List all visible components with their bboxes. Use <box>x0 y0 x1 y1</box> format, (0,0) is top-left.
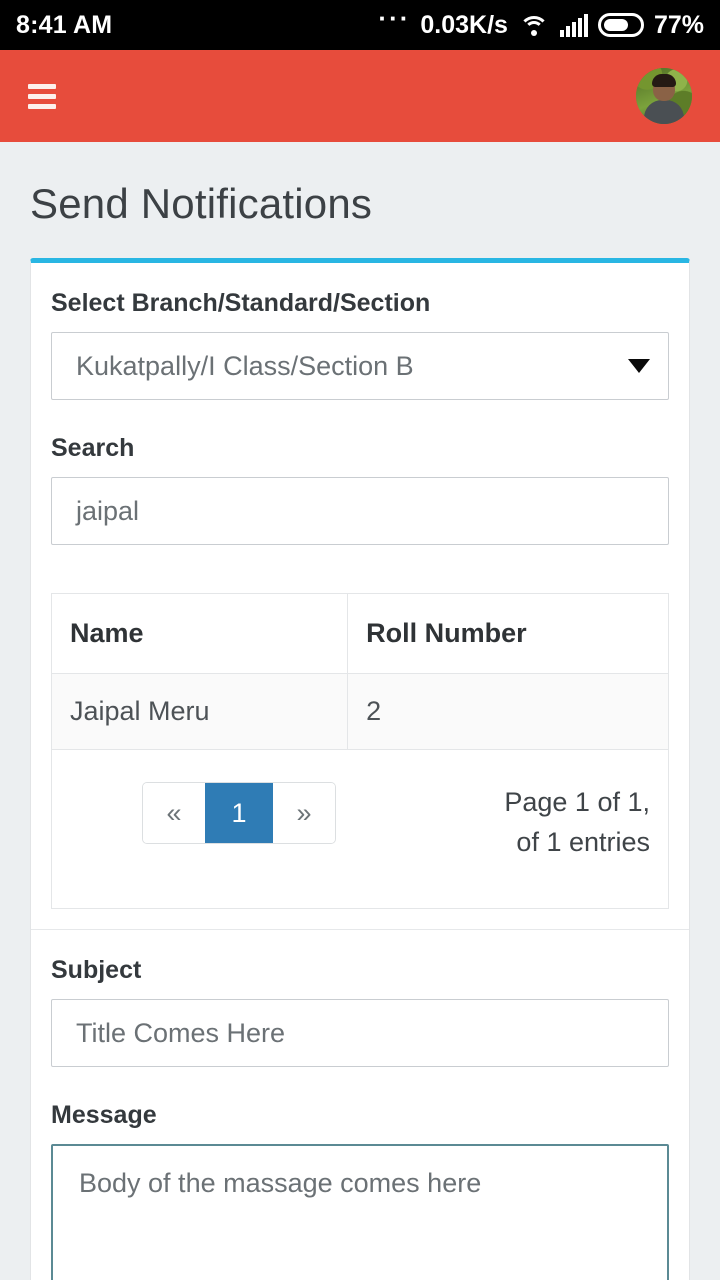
message-label: Message <box>51 1101 157 1129</box>
notification-form-card: Select Branch/Standard/Section Kukatpall… <box>30 258 690 1280</box>
wifi-icon <box>518 12 550 38</box>
table-header-row: Name Roll Number <box>52 594 668 674</box>
page-title: Send Notifications <box>30 180 373 227</box>
students-table-element: Name Roll Number Jaipal Meru 2 <box>52 594 668 750</box>
subject-field-group: Subject Title Comes Here <box>31 930 689 1075</box>
branch-select-value: Kukatpally/I Class/Section B <box>76 350 414 381</box>
status-time: 8:41 AM <box>16 10 113 39</box>
search-input[interactable]: jaipal <box>51 477 669 545</box>
pagination-info: Page 1 of 1, of 1 entries <box>504 787 650 857</box>
pagination-row: « 1 » Page 1 of 1, of 1 entries <box>52 750 668 908</box>
message-field-group: Message Body of the massage comes here <box>31 1075 689 1280</box>
subject-label: Subject <box>51 956 142 984</box>
message-textarea[interactable]: Body of the massage comes here <box>51 1144 669 1280</box>
status-indicators: ··· 0.03K/s 77% <box>378 3 704 40</box>
avatar[interactable] <box>636 68 692 124</box>
pagination-page-1-button[interactable]: 1 <box>205 783 273 843</box>
search-input-value: jaipal <box>76 495 140 526</box>
pagination-next-button[interactable]: » <box>273 783 335 843</box>
search-label: Search <box>51 434 135 462</box>
message-placeholder: Body of the massage comes here <box>79 1168 482 1198</box>
cell-roll-number: 2 <box>347 673 668 750</box>
pagination-prev-button[interactable]: « <box>143 783 205 843</box>
branch-label: Select Branch/Standard/Section <box>51 289 431 317</box>
battery-percent-label: 77% <box>653 10 704 39</box>
hamburger-menu-icon[interactable] <box>28 83 56 109</box>
subject-placeholder: Title Comes Here <box>76 1017 286 1048</box>
table-row[interactable]: Jaipal Meru 2 <box>52 673 668 750</box>
network-speed-label: 0.03K/s <box>420 10 508 39</box>
branch-field-group: Select Branch/Standard/Section Kukatpall… <box>31 263 689 408</box>
column-header-roll-number: Roll Number <box>347 594 668 674</box>
search-field-group: Search jaipal <box>31 408 689 553</box>
students-table: Name Roll Number Jaipal Meru 2 « 1 » Pag… <box>51 593 669 909</box>
column-header-name: Name <box>52 594 348 674</box>
more-dots-icon: ··· <box>378 3 411 33</box>
battery-icon <box>597 13 644 37</box>
pagination: « 1 » <box>142 782 336 844</box>
app-bar <box>0 50 720 142</box>
cell-name: Jaipal Meru <box>52 673 348 750</box>
status-bar: 8:41 AM ··· 0.03K/s 77% <box>0 0 720 50</box>
branch-select[interactable]: Kukatpally/I Class/Section B <box>51 332 669 400</box>
subject-input[interactable]: Title Comes Here <box>51 999 669 1067</box>
signal-bars-icon <box>559 13 588 37</box>
chevron-down-icon <box>628 359 650 373</box>
page-content: Send Notifications Select Branch/Standar… <box>0 142 720 1280</box>
